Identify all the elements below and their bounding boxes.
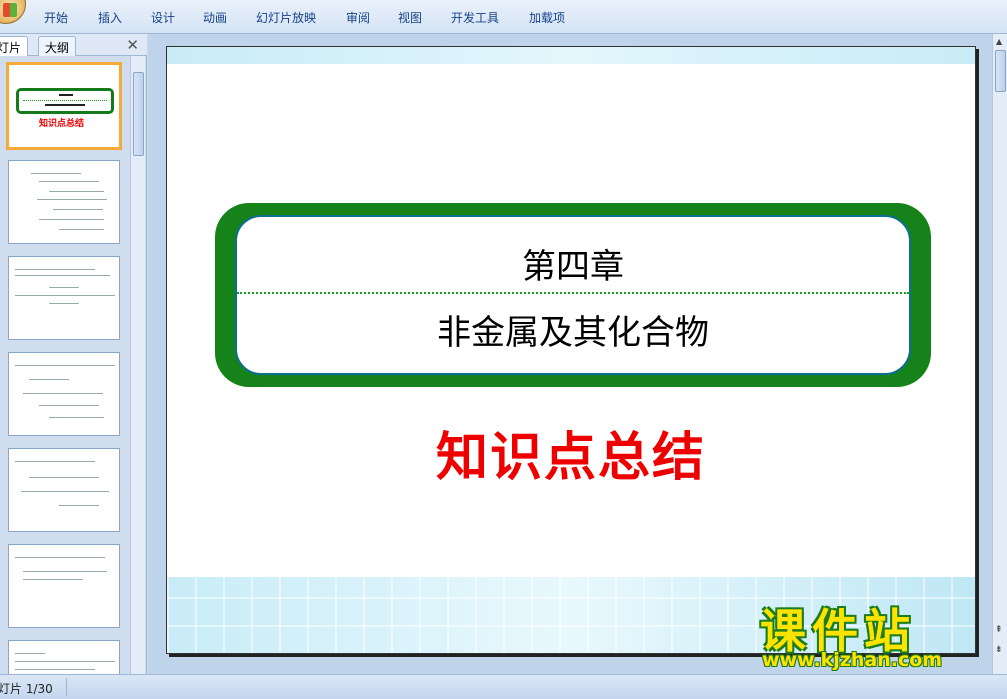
slides-panel: 幻灯片 大纲 ✕ 知识点总结 bbox=[0, 34, 147, 674]
watermark-url: www.kjzhan.com bbox=[762, 649, 943, 671]
thumbnail-summary-text: 知识点总结 bbox=[39, 119, 85, 129]
slide-thumbnail-6[interactable] bbox=[8, 544, 120, 628]
slide-counter: 幻灯片 1/30 bbox=[0, 682, 53, 696]
slide-thumbnail-1[interactable]: 知识点总结 bbox=[6, 62, 122, 150]
office-button[interactable] bbox=[0, 0, 26, 24]
slide-thumbnails: 知识点总结 bbox=[0, 56, 130, 674]
thumbnail-title-frame bbox=[16, 88, 114, 114]
thumbnails-scrollbar[interactable] bbox=[130, 56, 145, 674]
scroll-up-icon[interactable]: ▲ bbox=[996, 37, 1002, 46]
next-slide-icon[interactable]: ⇟ bbox=[995, 646, 1003, 655]
title-frame-inner: 第四章 非金属及其化合物 bbox=[235, 215, 911, 375]
slide-editor: 第四章 非金属及其化合物 知识点总结 bbox=[149, 34, 992, 674]
tab-home[interactable]: 开始 bbox=[44, 9, 68, 26]
office-logo-icon bbox=[3, 3, 17, 17]
slide-thumbnail-2[interactable] bbox=[8, 160, 120, 244]
dotted-divider bbox=[237, 292, 909, 294]
watermark-logo: 课件站 www.kjzhan.com bbox=[760, 595, 990, 675]
title-frame: 第四章 非金属及其化合物 bbox=[215, 203, 931, 387]
panel-tabs: 幻灯片 大纲 ✕ bbox=[0, 34, 147, 56]
tab-developer[interactable]: 开发工具 bbox=[451, 9, 499, 26]
slide-thumbnail-5[interactable] bbox=[8, 448, 120, 532]
slide-thumbnail-4[interactable] bbox=[8, 352, 120, 436]
tab-outline[interactable]: 大纲 bbox=[38, 36, 77, 56]
tab-insert[interactable]: 插入 bbox=[98, 9, 122, 26]
tab-view[interactable]: 视图 bbox=[398, 9, 422, 26]
summary-heading[interactable]: 知识点总结 bbox=[167, 415, 975, 490]
current-slide[interactable]: 第四章 非金属及其化合物 知识点总结 bbox=[166, 46, 976, 654]
tab-slide-show[interactable]: 幻灯片放映 bbox=[256, 9, 316, 26]
close-icon[interactable]: ✕ bbox=[126, 36, 139, 54]
scrollbar-thumb[interactable] bbox=[995, 50, 1006, 92]
tab-review[interactable]: 审阅 bbox=[346, 9, 370, 26]
slide-thumbnail-7[interactable] bbox=[8, 640, 120, 674]
previous-slide-icon[interactable]: ⇞ bbox=[995, 626, 1003, 635]
tab-animations[interactable]: 动画 bbox=[203, 9, 227, 26]
scrollbar-thumb[interactable] bbox=[133, 72, 144, 156]
chapter-title[interactable]: 第四章 bbox=[237, 239, 909, 288]
status-bar: 幻灯片 1/30 bbox=[0, 674, 1007, 699]
status-separator bbox=[66, 678, 67, 696]
slide-thumbnail-3[interactable] bbox=[8, 256, 120, 340]
tab-slides[interactable]: 幻灯片 bbox=[0, 36, 29, 56]
tab-add-ins[interactable]: 加载项 bbox=[529, 9, 565, 26]
subject-title[interactable]: 非金属及其化合物 bbox=[237, 305, 909, 354]
slide-scrollbar[interactable]: ▲ ⇞ ⇟ bbox=[992, 34, 1007, 674]
tab-design[interactable]: 设计 bbox=[151, 9, 175, 26]
ribbon-tab-bar: 开始 插入 设计 动画 幻灯片放映 审阅 视图 开发工具 加载项 bbox=[0, 0, 1007, 34]
slide-top-band bbox=[167, 47, 975, 64]
